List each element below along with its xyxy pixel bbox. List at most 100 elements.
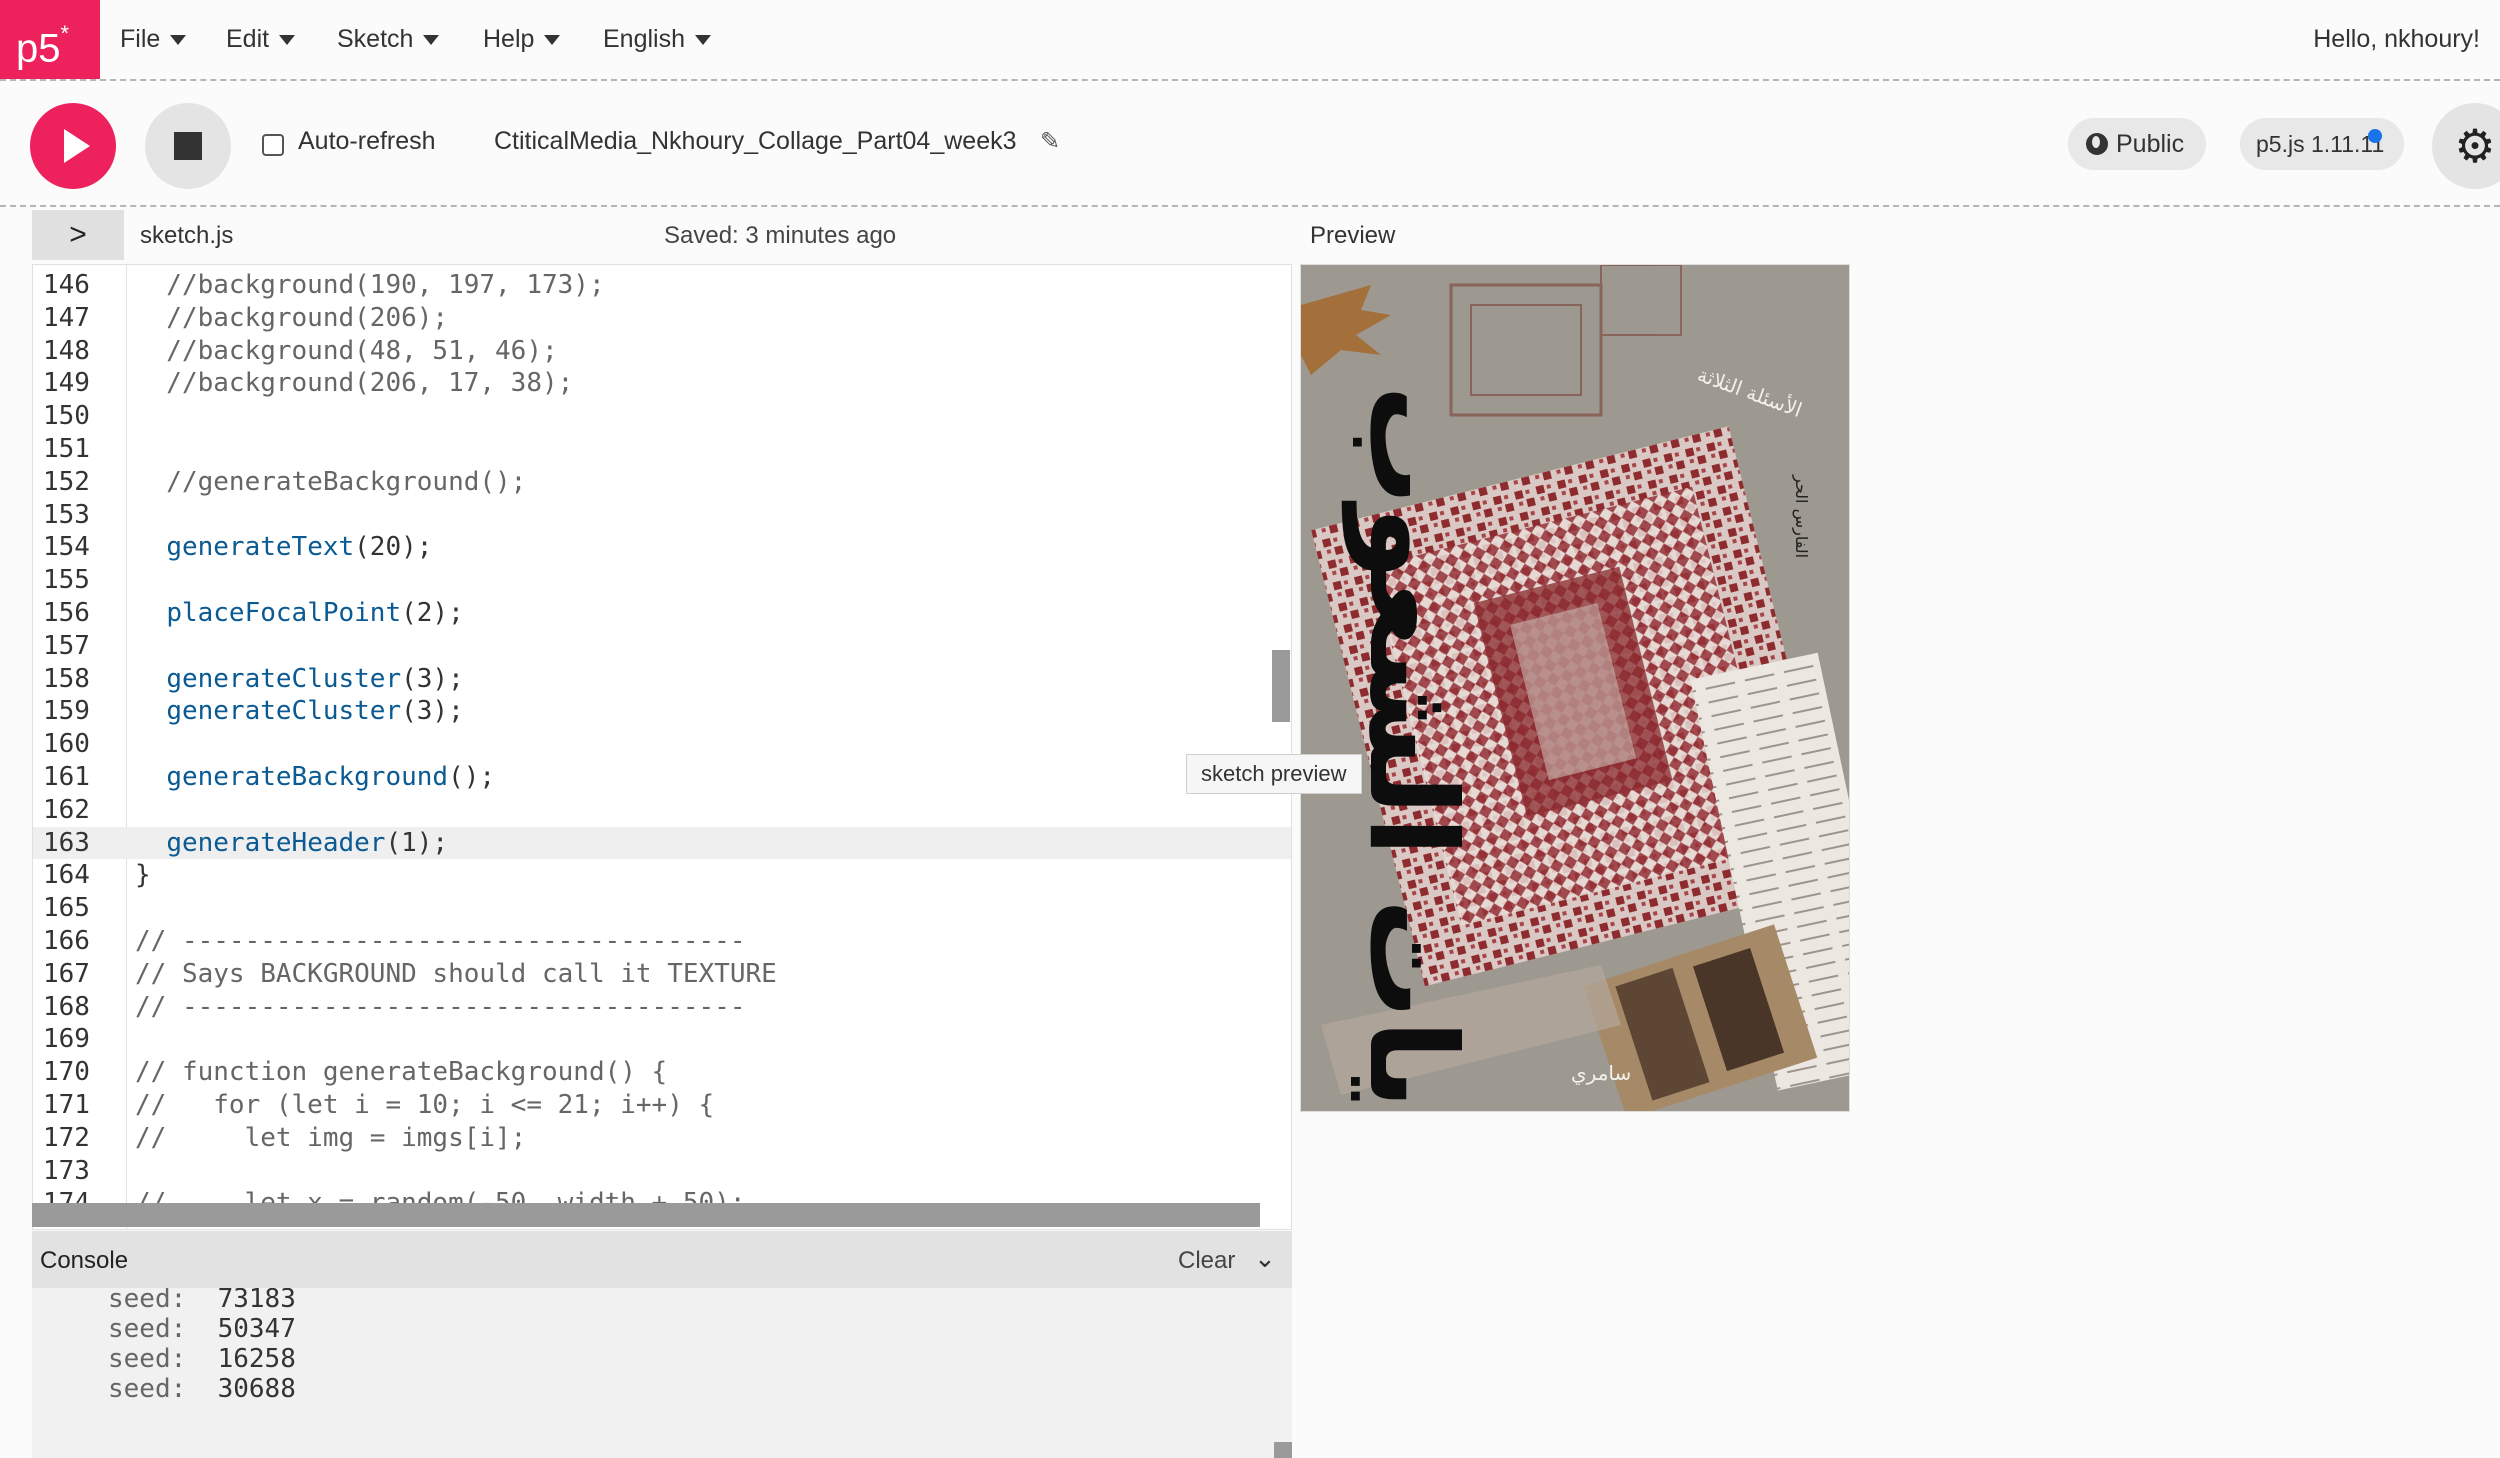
play-button[interactable] [30, 103, 116, 189]
code-line[interactable]: 151 [33, 433, 1291, 466]
entry-value: 30688 [217, 1374, 296, 1404]
function-name: generateBackground [166, 761, 449, 792]
line-number: 150 [43, 401, 90, 432]
console-output[interactable]: seed: 73183 seed: 50347 seed: 16258 seed… [32, 1288, 1292, 1458]
code-text: //background(206, 17, 38); [135, 368, 574, 399]
menu-sketch[interactable]: Sketch [337, 0, 440, 79]
code-line[interactable]: 167 // Says BACKGROUND should call it TEX… [33, 958, 1291, 991]
function-name: generateCluster [166, 663, 402, 694]
code-line[interactable]: 163 generateHeader(1); [33, 826, 1291, 860]
code-line[interactable]: 168 // ----------------------------------… [33, 991, 1291, 1024]
function-name: generateHeader [166, 827, 386, 858]
code-text: generateText(20); [135, 531, 432, 564]
chevron-down-icon[interactable]: ⌄ [1254, 1243, 1276, 1274]
caret-down-icon [423, 34, 440, 45]
sidebar-toggle-button[interactable]: > [32, 210, 124, 260]
chevron-right-icon: > [69, 218, 87, 251]
auto-refresh-checkbox[interactable] [262, 134, 284, 156]
preview-label: Preview [1310, 222, 1396, 249]
code-editor[interactable]: 146 //background(190, 197, 173); 147 //ba… [32, 264, 1292, 1230]
code-line[interactable]: 169 [33, 1023, 1291, 1056]
entry-value: 73183 [217, 1288, 296, 1314]
line-number: 148 [43, 335, 90, 366]
code-line[interactable]: 161 generateBackground(); [33, 761, 1291, 794]
code-line[interactable]: 172 // let img = imgs[i]; [33, 1122, 1291, 1155]
code-line[interactable]: 173 [33, 1155, 1291, 1188]
call-args: (1); [385, 827, 449, 858]
line-number: 167 [43, 958, 90, 989]
line-number: 154 [43, 532, 90, 563]
menu-label: Edit [226, 25, 270, 53]
caret-down-icon [695, 34, 711, 45]
artwork-title: حكايات الشعوب [1342, 385, 1481, 1112]
code-line[interactable]: 146 //background(190, 197, 173); [33, 269, 1291, 302]
preview-tooltip: sketch preview [1186, 754, 1362, 794]
top-nav: p5* File Edit Sketch Help English Hello,… [0, 0, 2500, 81]
code-line[interactable]: 148 //background(48, 51, 46); [33, 335, 1291, 368]
code-line[interactable]: 157 [33, 630, 1291, 663]
editor-vertical-scrollbar[interactable] [1272, 650, 1290, 722]
editor-horizontal-scrollbar[interactable] [32, 1203, 1260, 1227]
caret-down-icon [170, 34, 187, 45]
code-line[interactable]: 162 [33, 794, 1291, 827]
code-line[interactable]: 170 // function generateBackground() { [33, 1056, 1291, 1089]
p5-logo[interactable]: p5* [0, 0, 100, 79]
sketch-preview-canvas[interactable]: حكايات الشعوب الأسئلة الثلاثة الفارس الح… [1300, 264, 1850, 1112]
pencil-icon[interactable]: ✎ [1040, 127, 1060, 156]
entry-key: seed: [108, 1344, 187, 1374]
code-lines: 146 //background(190, 197, 173); 147 //ba… [33, 269, 1291, 1220]
sketch-name[interactable]: CtiticalMedia_Nkhoury_Collage_Part04_wee… [494, 127, 1017, 156]
code-text: //generateBackground(); [135, 466, 527, 497]
code-line[interactable]: 152 //generateBackground(); [33, 466, 1291, 499]
code-line[interactable]: 147 //background(206); [33, 302, 1291, 335]
code-line[interactable]: 153 [33, 499, 1291, 532]
console-clear-button[interactable]: Clear [1178, 1247, 1235, 1275]
code-line[interactable]: 164} [33, 859, 1291, 892]
version-button[interactable]: p5.js 1.11.11 [2240, 118, 2404, 170]
code-text: // ------------------------------------ [135, 925, 746, 956]
console-entry: seed: 50347 [108, 1314, 296, 1344]
call-args: (); [448, 761, 496, 792]
editor-header: > sketch.js Saved: 3 minutes ago [32, 210, 1292, 263]
console-entry: seed: 73183 [108, 1288, 296, 1314]
code-line[interactable]: 158 generateCluster(3); [33, 663, 1291, 696]
function-name: generateText [166, 532, 355, 563]
code-line[interactable]: 166 // ----------------------------------… [33, 925, 1291, 958]
stop-button[interactable] [145, 103, 231, 189]
menu-language[interactable]: English [603, 0, 711, 79]
code-line[interactable]: 160 [33, 728, 1291, 761]
visibility-button[interactable]: Public [2068, 118, 2206, 170]
visibility-label: Public [2116, 130, 2185, 158]
menu-edit[interactable]: Edit [226, 0, 296, 79]
menu-file[interactable]: File [120, 0, 187, 79]
console-scrollbar[interactable] [1274, 1442, 1292, 1458]
code-text: generateHeader(1); [135, 827, 448, 860]
code-line[interactable]: 159 generateCluster(3); [33, 695, 1291, 728]
auto-refresh-label[interactable]: Auto-refresh [298, 127, 436, 156]
user-menu[interactable]: Hello, nkhoury! [2313, 0, 2480, 79]
code-line[interactable]: 171 // for (let i = 10; i <= 21; i++) { [33, 1089, 1291, 1122]
line-number: 166 [43, 925, 90, 956]
code-line[interactable]: 150 [33, 400, 1291, 433]
code-line[interactable]: 165 [33, 892, 1291, 925]
code-text: // ------------------------------------ [135, 991, 746, 1022]
gear-icon[interactable]: ⚙ [2432, 103, 2500, 189]
code-line[interactable]: 156 placeFocalPoint(2); [33, 597, 1291, 630]
code-line[interactable]: 154 generateText(20); [33, 531, 1291, 564]
line-number: 163 [43, 827, 90, 858]
menu-help[interactable]: Help [483, 0, 561, 79]
artwork-caption-side: الفارس الحر [1791, 474, 1811, 558]
code-text: placeFocalPoint(2); [135, 597, 463, 630]
line-number: 164 [43, 860, 90, 891]
code-line[interactable]: 155 [33, 564, 1291, 597]
code-text: // let img = imgs[i]; [135, 1122, 527, 1153]
caret-down-icon [279, 34, 296, 45]
call-args: (3); [401, 663, 464, 694]
line-number: 157 [43, 630, 90, 661]
menu-label: File [120, 25, 161, 53]
code-text: generateBackground(); [135, 761, 495, 794]
code-line[interactable]: 149 //background(206, 17, 38); [33, 367, 1291, 400]
code-text: // for (let i = 10; i <= 21; i++) { [135, 1089, 715, 1120]
